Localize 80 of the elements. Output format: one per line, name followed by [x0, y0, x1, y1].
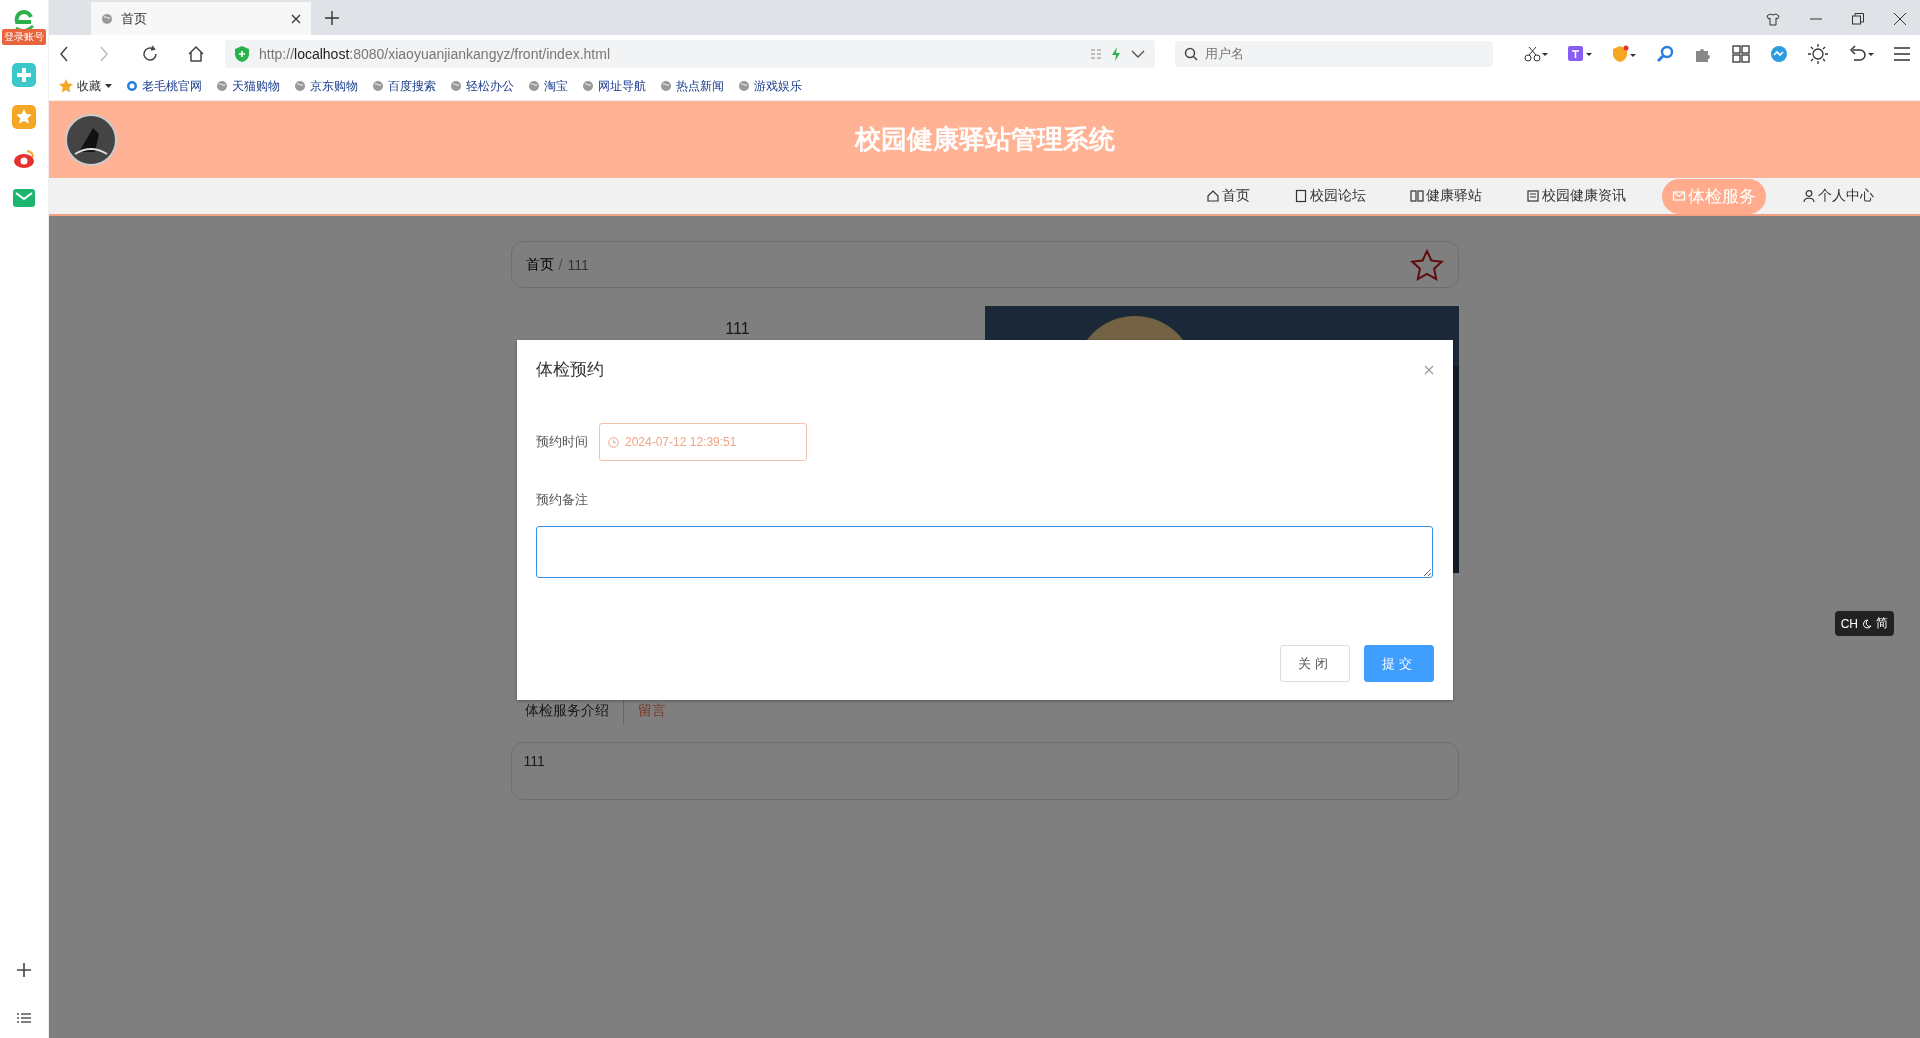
nav-icon — [1672, 189, 1686, 203]
bookmark-link[interactable]: 收藏 — [59, 77, 112, 95]
ime-indicator[interactable]: CH 简 — [1834, 611, 1894, 636]
item-title: 111 — [724, 320, 751, 338]
clock-icon — [608, 436, 619, 448]
field-label: 预约备注 — [536, 491, 589, 509]
shirt-icon[interactable] — [1766, 13, 1780, 26]
nav-link[interactable]: 健康驿站 — [1402, 183, 1490, 209]
translate-icon[interactable] — [1568, 45, 1592, 62]
site-icon — [126, 80, 138, 92]
globe-icon — [660, 80, 672, 92]
bookmark-link[interactable]: 天猫购物 — [216, 77, 280, 95]
star-icon[interactable] — [1409, 248, 1444, 281]
bookmark-link[interactable]: 游戏娱乐 — [738, 77, 802, 95]
close-icon[interactable] — [291, 13, 301, 24]
globe-icon — [216, 80, 228, 92]
bookmark-link[interactable]: 百度搜索 — [372, 77, 436, 95]
back-icon[interactable] — [59, 45, 69, 62]
bookmark-link[interactable]: 淘宝 — [528, 77, 568, 95]
menu-icon[interactable] — [1894, 46, 1910, 61]
moon-icon — [1862, 618, 1872, 629]
globe-icon — [372, 80, 384, 92]
shield-coin-icon[interactable] — [1612, 44, 1636, 63]
bookmark-link[interactable]: 网址导航 — [582, 77, 646, 95]
intro-text: 111 — [510, 742, 1459, 800]
bookmark-link[interactable]: 热点新闻 — [660, 77, 724, 95]
shield-icon — [235, 45, 249, 62]
breadcrumb-separator: / — [558, 256, 563, 273]
undo-icon[interactable] — [1848, 44, 1874, 63]
nav-link[interactable]: 校园论坛 — [1286, 183, 1374, 209]
breadcrumb-link[interactable]: 首页 — [525, 255, 554, 274]
nav-icon — [1526, 189, 1540, 203]
globe-icon — [294, 80, 306, 92]
close-icon[interactable] — [1894, 13, 1906, 25]
nav-link[interactable]: 个人中心 — [1794, 183, 1882, 209]
notes-field[interactable] — [536, 526, 1433, 578]
add-icon[interactable] — [16, 962, 32, 978]
star-app-icon[interactable] — [12, 105, 36, 129]
nav-icon — [1410, 189, 1424, 203]
sync-icon[interactable] — [1770, 44, 1788, 63]
globe-icon — [528, 80, 540, 92]
restore-icon[interactable] — [1852, 13, 1864, 25]
grid-icon[interactable] — [1732, 44, 1750, 63]
field-label: 预约时间 — [536, 433, 588, 451]
caret-icon — [105, 84, 112, 88]
close-icon — [1424, 364, 1434, 375]
site-logo[interactable] — [65, 114, 117, 166]
scissors-icon[interactable] — [1524, 45, 1548, 62]
bookmark-link[interactable]: 京东购物 — [294, 77, 358, 95]
nav-icon — [1294, 189, 1308, 203]
nav-link[interactable]: 校园健康资讯 — [1518, 183, 1634, 209]
home-icon[interactable] — [187, 44, 205, 63]
chevron-down-icon[interactable] — [1131, 49, 1145, 58]
dialog-title: 体检预约 — [536, 359, 604, 381]
reload-icon[interactable] — [141, 44, 159, 63]
new-tab-icon[interactable] — [325, 11, 339, 25]
bookmark-link[interactable]: 轻松办公 — [450, 77, 514, 95]
nav-link[interactable]: 首页 — [1198, 183, 1258, 209]
globe-icon — [582, 80, 594, 92]
list-icon[interactable] — [17, 1012, 31, 1024]
globe-icon — [738, 80, 750, 92]
close-button[interactable]: 关闭 — [1280, 645, 1350, 682]
site-title: 校园健康驿站管理系统 — [854, 123, 1115, 156]
globe-icon — [101, 12, 113, 25]
sun-icon[interactable] — [1808, 43, 1828, 64]
nav-icon — [1802, 189, 1816, 203]
mail-app-icon[interactable] — [13, 189, 35, 207]
magnifier-icon[interactable] — [1656, 44, 1674, 63]
nav-icon — [1206, 189, 1220, 203]
close-button[interactable] — [1424, 364, 1434, 375]
bookmark-link[interactable]: 老毛桃官网 — [126, 77, 202, 95]
search-icon — [1184, 46, 1198, 61]
search-field[interactable]: 用户名 — [1175, 40, 1493, 67]
address-bar[interactable]: http://localhost:8080/xiaoyuanjiankangyz/front/index.html — [225, 39, 1155, 68]
lightning-icon[interactable] — [1111, 46, 1121, 61]
star-icon — [59, 79, 73, 93]
tab-title: 首页 — [121, 9, 148, 28]
eye-app-icon[interactable] — [12, 147, 36, 171]
globe-icon — [450, 80, 462, 92]
browser-tab[interactable]: 首页 — [91, 2, 311, 35]
